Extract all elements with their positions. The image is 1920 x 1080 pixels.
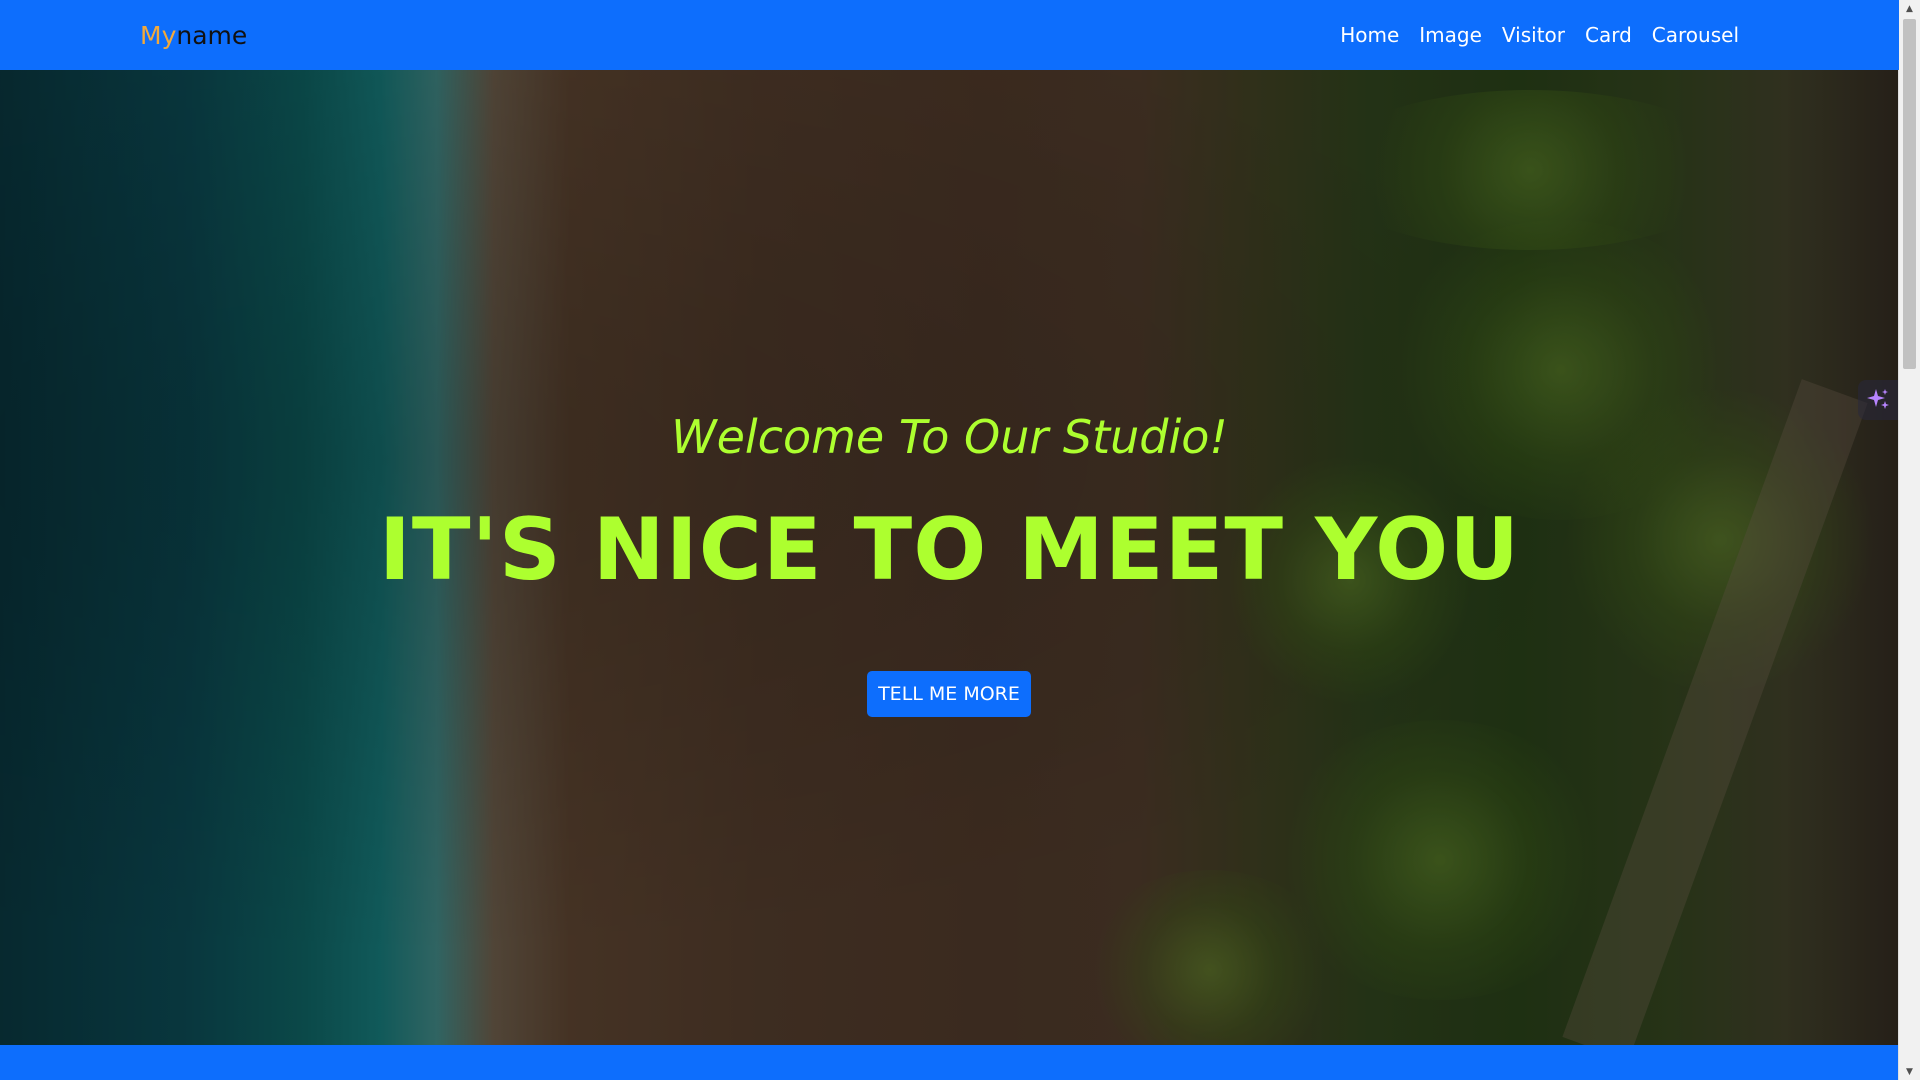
scroll-down-arrow-icon[interactable]: ▼ [1899, 1063, 1920, 1080]
nav-link-image[interactable]: Image [1409, 23, 1492, 47]
nav-link-home[interactable]: Home [1330, 23, 1409, 47]
hero-subtitle: Welcome To Our Studio! [671, 410, 1228, 464]
brand-part-name: name [176, 20, 248, 50]
hero-headline: IT'S NICE TO MEET YOU [378, 500, 1521, 600]
vertical-scrollbar[interactable]: ▲ ▼ [1898, 0, 1920, 1080]
scrollbar-thumb[interactable] [1903, 19, 1916, 369]
hero-section: Welcome To Our Studio! IT'S NICE TO MEET… [0, 70, 1899, 1045]
scroll-up-arrow-icon[interactable]: ▲ [1899, 0, 1920, 17]
nav-link-visitor[interactable]: Visitor [1492, 23, 1575, 47]
sparkle-icon-glyph [1867, 389, 1889, 409]
sparkle-icon[interactable] [1858, 380, 1898, 420]
page: My name Home Image Visitor Card Carousel … [0, 0, 1920, 1080]
nav-link-card[interactable]: Card [1575, 23, 1642, 47]
tell-me-more-button[interactable]: TELL ME MORE [867, 671, 1031, 717]
nav-links: Home Image Visitor Card Carousel [1330, 0, 1749, 70]
brand-logo[interactable]: My name [140, 0, 247, 70]
hero-content: Welcome To Our Studio! IT'S NICE TO MEET… [0, 70, 1899, 1045]
nav-link-carousel[interactable]: Carousel [1642, 23, 1749, 47]
top-navbar: My name Home Image Visitor Card Carousel [0, 0, 1899, 70]
brand-part-my: My [140, 20, 177, 50]
next-section-band [0, 1045, 1899, 1080]
